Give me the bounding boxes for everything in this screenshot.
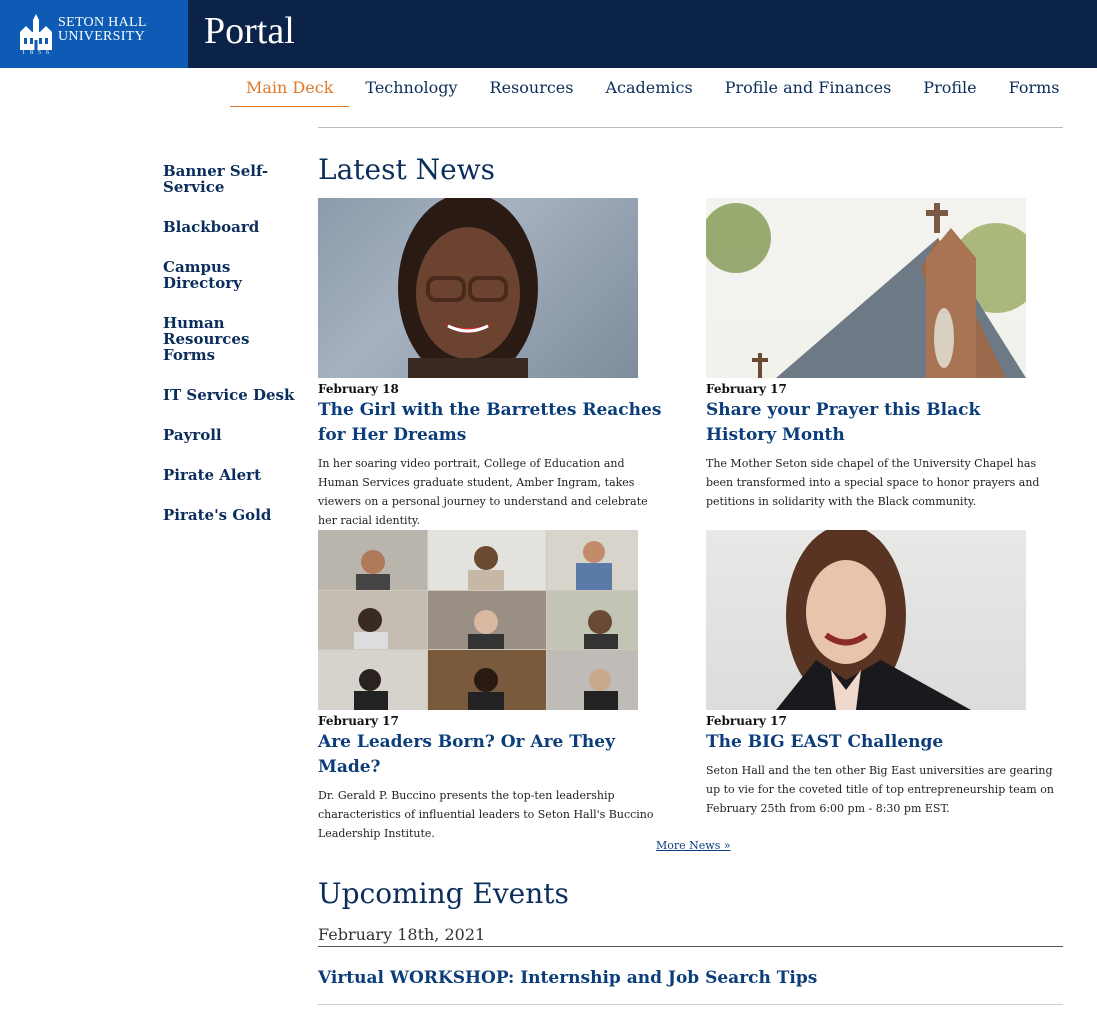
event-date-header: February 18th, 2021 [318,925,1063,947]
student-photo [776,530,971,710]
page-title: Portal [204,10,295,52]
logo-wordmark: SETON HALL UNIVERSITY [58,16,147,44]
more-news-link[interactable]: More News » [656,839,731,852]
main-nav: Main Deck Technology Resources Academics… [230,68,1076,108]
event-divider [318,1004,1063,1005]
news-summary: Seton Hall and the ten other Big East un… [706,764,1054,815]
tab-profile-and-finances[interactable]: Profile and Finances [709,68,908,107]
tab-academics[interactable]: Academics [589,68,708,107]
news-image-video-call[interactable] [318,530,638,710]
sidebar-item-it-service-desk[interactable]: IT Service Desk [163,387,298,403]
sidebar-item-blackboard[interactable]: Blackboard [163,219,298,235]
sidebar-item-banner-self-service[interactable]: Banner Self-Service [163,163,298,195]
news-image-chapel[interactable] [706,198,1026,378]
news-card: February 17 Are Leaders Born? Or Are The… [318,530,668,843]
chapel-photo [706,203,1026,378]
news-date: February 17 [318,714,399,728]
news-summary: The Mother Seton side chapel of the Univ… [706,457,1040,508]
logo-line-2: UNIVERSITY [58,29,145,44]
latest-news-heading: Latest News [318,153,496,186]
sidebar-item-campus-directory[interactable]: Campus Directory [163,259,298,291]
sidebar-item-pirates-gold[interactable]: Pirate's Gold [163,507,298,523]
upcoming-events-heading: Upcoming Events [318,877,569,910]
news-date: February 17 [706,382,787,396]
news-card: February 18 The Girl with the Barrettes … [318,198,668,530]
university-crest-icon [20,14,52,50]
news-title-link[interactable]: The Girl with the Barrettes Reaches for … [318,398,668,448]
tab-technology[interactable]: Technology [349,68,473,107]
news-card: February 17 Share your Prayer this Black… [706,198,1056,511]
news-image-portrait[interactable] [318,198,638,378]
sidebar-item-payroll[interactable]: Payroll [163,427,298,443]
logo-line-1: SETON HALL [58,15,147,30]
video-call-photo [318,530,638,710]
news-card: February 17 The BIG EAST Challenge Seton… [706,530,1056,818]
news-summary: Dr. Gerald P. Buccino presents the top-t… [318,789,654,840]
tab-main-deck[interactable]: Main Deck [230,68,350,107]
event-title-link[interactable]: Virtual WORKSHOP: Internship and Job Sea… [318,968,817,988]
tab-forms[interactable]: Forms [993,68,1076,107]
news-date: February 18 [318,382,399,396]
news-title-link[interactable]: Share your Prayer this Black History Mon… [706,398,1056,448]
news-image-student[interactable] [706,530,1026,710]
sidebar-item-pirate-alert[interactable]: Pirate Alert [163,467,298,483]
tab-profile[interactable]: Profile [907,68,992,107]
news-date: February 17 [706,714,787,728]
sidebar-quick-links: Banner Self-Service Blackboard Campus Di… [163,163,298,547]
sidebar-item-human-resources-forms[interactable]: Human Resources Forms [163,315,298,363]
news-title-link[interactable]: Are Leaders Born? Or Are They Made? [318,730,668,780]
news-title-link[interactable]: The BIG EAST Challenge [706,730,1056,755]
tab-resources[interactable]: Resources [474,68,590,107]
portrait-photo [398,198,538,378]
site-header: SETON HALL UNIVERSITY 1856 Portal [0,0,1097,68]
logo-year: 1856 [22,50,54,56]
nav-divider [318,127,1063,128]
news-summary: In her soaring video portrait, College o… [318,457,648,527]
university-logo[interactable]: SETON HALL UNIVERSITY 1856 [0,0,188,68]
